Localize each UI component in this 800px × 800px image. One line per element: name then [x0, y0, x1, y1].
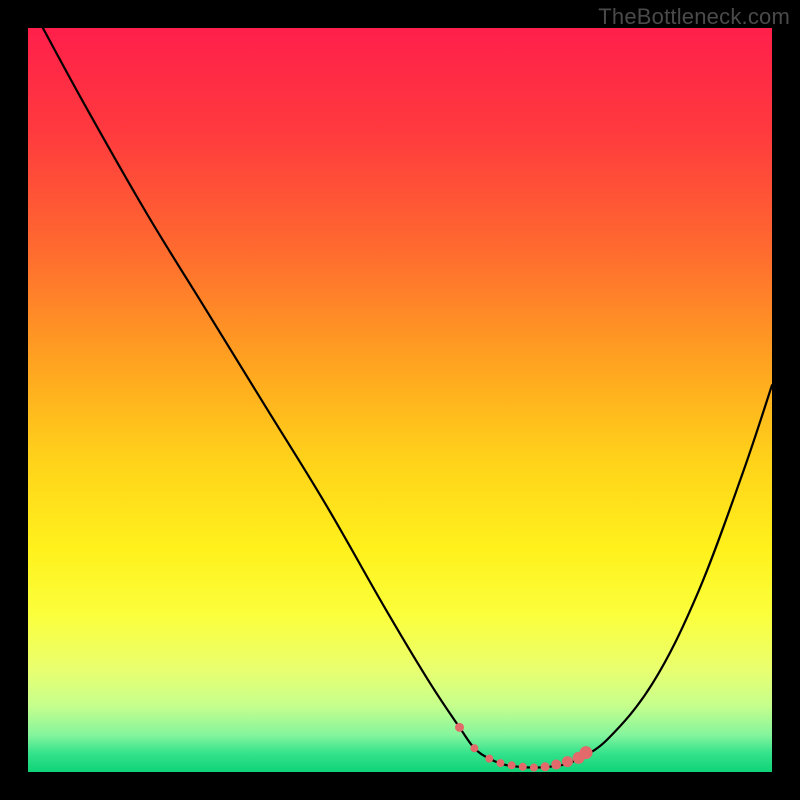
- curve-marker: [541, 762, 550, 771]
- gradient-background: [28, 28, 772, 772]
- curve-marker: [519, 763, 527, 771]
- chart-frame: TheBottleneck.com: [0, 0, 800, 800]
- curve-marker: [551, 760, 561, 770]
- curve-marker: [496, 759, 504, 767]
- curve-marker: [455, 723, 464, 732]
- watermark-text: TheBottleneck.com: [598, 4, 790, 30]
- curve-marker: [485, 755, 493, 763]
- bottleneck-chart-svg: [28, 28, 772, 772]
- curve-marker: [580, 746, 593, 759]
- plot-area: [28, 28, 772, 772]
- curve-marker: [530, 764, 538, 772]
- curve-marker: [562, 756, 573, 767]
- curve-marker: [470, 744, 478, 752]
- curve-marker: [508, 761, 516, 769]
